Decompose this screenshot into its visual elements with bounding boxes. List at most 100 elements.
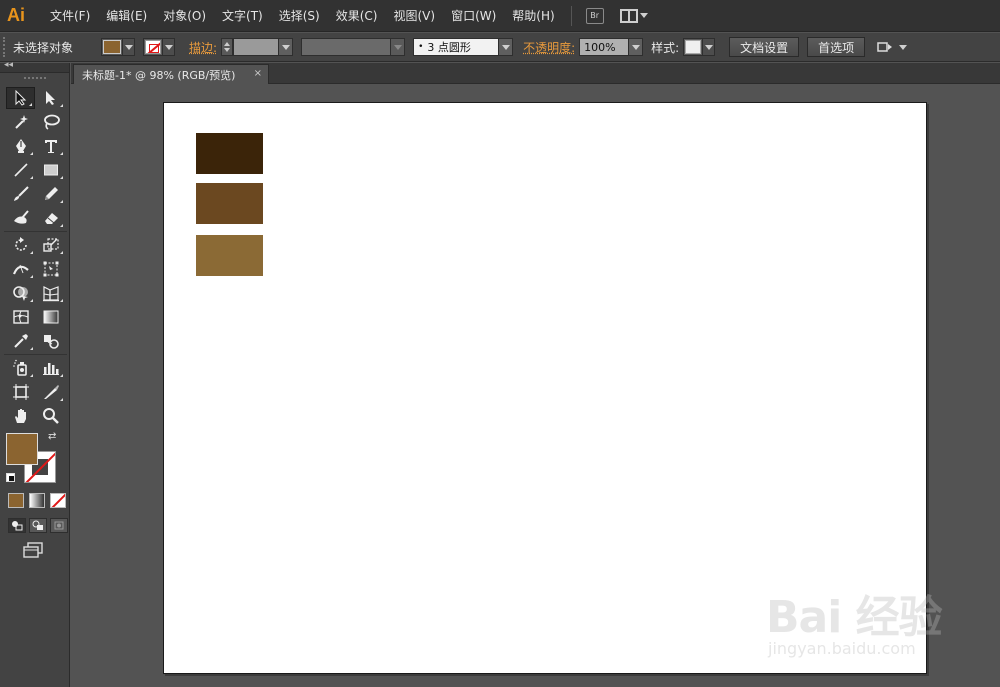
drawing-modes-row <box>8 518 68 533</box>
default-fill-stroke-icon[interactable] <box>6 473 15 482</box>
screen-mode-icon <box>23 542 43 558</box>
type-tool[interactable] <box>36 135 65 157</box>
scale-tool[interactable] <box>36 234 65 256</box>
control-bar-grip[interactable] <box>3 37 7 57</box>
lasso-tool[interactable] <box>36 111 65 133</box>
panel-menu-button[interactable] <box>877 41 908 53</box>
eraser-tool[interactable] <box>36 207 65 229</box>
close-tab-icon[interactable]: × <box>254 68 262 79</box>
medium-brown-rectangle[interactable] <box>196 183 263 224</box>
menu-type[interactable]: 文字(T) <box>214 0 271 32</box>
artboard-icon <box>12 384 29 400</box>
artboard-tool[interactable] <box>6 381 35 403</box>
menu-select[interactable]: 选择(S) <box>271 0 328 32</box>
blob-brush-tool[interactable] <box>6 207 35 229</box>
slice-icon <box>43 385 59 399</box>
eyedropper-tool[interactable] <box>6 330 35 352</box>
draw-inside-button[interactable] <box>50 518 68 533</box>
gradient-tool[interactable] <box>36 306 65 328</box>
menu-file[interactable]: 文件(F) <box>42 0 98 32</box>
pen-tool[interactable] <box>6 135 35 157</box>
dark-brown-rectangle[interactable] <box>196 133 263 174</box>
perspective-grid-tool[interactable] <box>36 282 65 304</box>
blob-brush-icon <box>13 210 29 224</box>
tools-panel-grip[interactable] <box>0 73 69 83</box>
none-mode-button[interactable] <box>50 493 66 508</box>
draw-inside-icon <box>54 521 64 530</box>
document-setup-button[interactable]: 文档设置 <box>729 37 800 57</box>
dropdown-arrow-icon <box>122 39 135 55</box>
decrement-icon <box>224 48 231 52</box>
pencil-tool[interactable] <box>36 183 65 205</box>
menu-window[interactable]: 窗口(W) <box>443 0 504 32</box>
dropdown-arrow-icon <box>639 13 648 18</box>
preferences-button[interactable]: 首选项 <box>807 37 866 57</box>
free-transform-tool[interactable] <box>36 258 65 280</box>
paintbrush-tool[interactable] <box>6 183 35 205</box>
variable-width-profile-dropdown[interactable] <box>301 38 406 56</box>
shape-builder-tool[interactable] <box>6 282 35 304</box>
rectangle-tool[interactable] <box>36 159 65 181</box>
dropdown-arrow-icon <box>390 39 405 55</box>
blend-tool[interactable] <box>36 330 65 352</box>
illustrator-logo: Ai <box>7 5 25 25</box>
magic-wand-icon <box>14 115 28 129</box>
column-graph-tool[interactable] <box>36 357 65 379</box>
zoom-tool[interactable] <box>36 405 65 427</box>
fill-color-dropdown[interactable] <box>101 38 136 56</box>
eyedropper-icon <box>13 334 28 348</box>
menu-separator <box>570 5 572 26</box>
watermark-logo-text: Bai 经验 <box>766 592 943 643</box>
color-mode-row <box>8 493 66 508</box>
magic-wand-tool[interactable] <box>6 111 35 133</box>
menu-effect[interactable]: 效果(C) <box>328 0 386 32</box>
hand-tool[interactable] <box>6 405 35 427</box>
brush-definition-dropdown[interactable]: • 3 点圆形 <box>413 38 514 56</box>
rotate-tool[interactable] <box>6 234 35 256</box>
line-segment-tool[interactable] <box>6 159 35 181</box>
dropdown-arrow-icon <box>278 39 293 55</box>
swap-fill-stroke-icon[interactable]: ⇄ <box>48 431 56 442</box>
mesh-icon <box>12 310 29 324</box>
document-tab[interactable]: 未标题-1* @ 98% (RGB/预览) × <box>73 64 269 84</box>
menu-help[interactable]: 帮助(H) <box>504 0 562 32</box>
selection-tool[interactable] <box>6 87 35 109</box>
symbol-sprayer-tool[interactable] <box>6 357 35 379</box>
opacity-field[interactable]: 100% <box>579 38 644 56</box>
stroke-weight-spinner[interactable] <box>221 38 234 56</box>
stroke-label[interactable]: 描边: <box>189 39 217 56</box>
menu-edit[interactable]: 编辑(E) <box>98 0 155 32</box>
increment-icon <box>224 42 231 46</box>
hand-icon <box>14 409 26 423</box>
blend-icon <box>43 335 59 349</box>
gradient-mode-button[interactable] <box>29 493 45 508</box>
type-icon <box>44 140 57 153</box>
graphic-style-swatch <box>685 40 702 54</box>
direct-selection-tool[interactable] <box>36 87 65 109</box>
bridge-button[interactable]: Br <box>585 7 604 24</box>
collapse-panel-icon[interactable]: ◂◂ <box>4 60 13 70</box>
color-mode-button[interactable] <box>8 493 24 508</box>
dropdown-arrow-icon <box>162 39 175 55</box>
scale-icon <box>42 238 59 252</box>
light-brown-rectangle[interactable] <box>196 235 263 276</box>
draw-normal-button[interactable] <box>8 518 26 533</box>
arrange-documents-button[interactable] <box>619 8 648 23</box>
graphic-style-dropdown[interactable] <box>683 38 716 56</box>
width-tool[interactable] <box>6 258 35 280</box>
stroke-weight-field[interactable] <box>233 38 294 56</box>
tools-panel: ◂◂ ⇄ <box>0 60 70 687</box>
draw-behind-button[interactable] <box>29 518 47 533</box>
column-graph-icon <box>42 363 59 375</box>
mesh-tool[interactable] <box>6 306 35 328</box>
menu-object[interactable]: 对象(O) <box>155 0 214 32</box>
menu-list: 文件(F) 编辑(E) 对象(O) 文字(T) 选择(S) 效果(C) 视图(V… <box>42 0 563 32</box>
draw-normal-icon <box>12 521 23 531</box>
fill-color-box[interactable] <box>6 433 38 465</box>
eraser-icon <box>44 213 58 224</box>
opacity-label[interactable]: 不透明度: <box>523 39 575 56</box>
stroke-color-dropdown[interactable] <box>143 38 176 56</box>
menu-view[interactable]: 视图(V) <box>385 0 443 32</box>
slice-tool[interactable] <box>36 381 65 403</box>
change-screen-mode-button[interactable] <box>22 541 44 559</box>
